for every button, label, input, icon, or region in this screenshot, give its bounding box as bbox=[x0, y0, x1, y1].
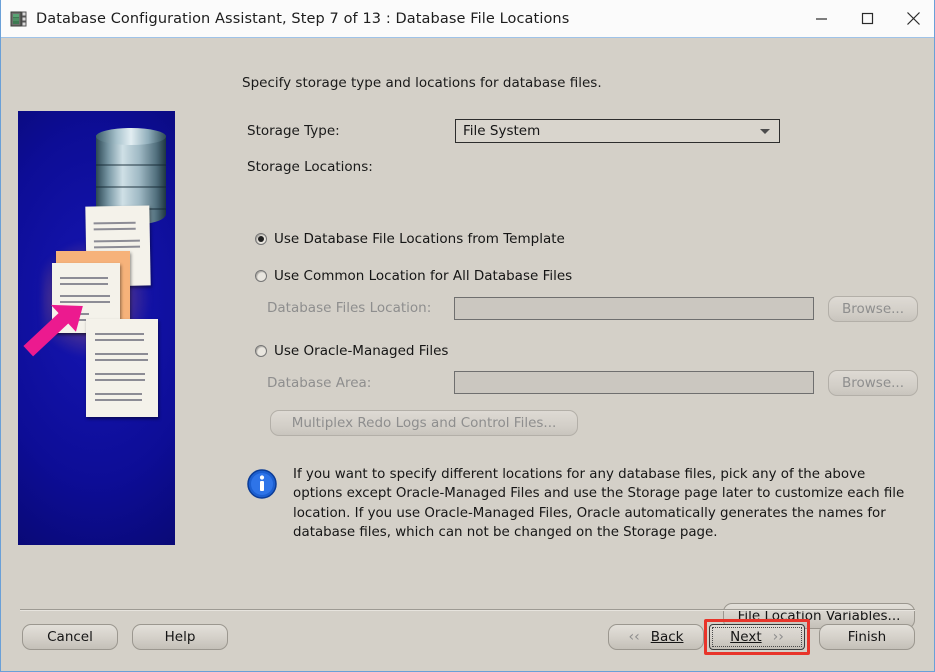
window-title: Database Configuration Assistant, Step 7… bbox=[36, 10, 570, 27]
database-files-location-input[interactable] bbox=[454, 297, 814, 320]
next-button-label: Next bbox=[730, 629, 762, 645]
close-icon[interactable] bbox=[890, 0, 934, 37]
title-bar: Database Configuration Assistant, Step 7… bbox=[1, 0, 934, 38]
radio-use-template[interactable]: Use Database File Locations from Templat… bbox=[255, 231, 565, 247]
database-area-input[interactable] bbox=[454, 371, 814, 394]
database-files-location-label: Database Files Location: bbox=[267, 300, 432, 316]
dialog-body: Specify storage type and locations for d… bbox=[1, 38, 934, 670]
finish-button[interactable]: Finish bbox=[819, 624, 915, 650]
back-button[interactable]: ‹‹ Back bbox=[608, 624, 704, 650]
dialog-window: Database Configuration Assistant, Step 7… bbox=[0, 0, 935, 672]
storage-type-select[interactable]: File System bbox=[455, 119, 780, 143]
storage-locations-label: Storage Locations: bbox=[247, 159, 373, 175]
browse-files-location-button[interactable]: Browse... bbox=[828, 296, 918, 322]
minimize-icon[interactable] bbox=[798, 0, 844, 37]
radio-use-common-location[interactable]: Use Common Location for All Database Fil… bbox=[255, 268, 572, 284]
document-page-graphic bbox=[86, 319, 158, 417]
info-icon bbox=[246, 468, 278, 500]
magenta-arrow-icon bbox=[22, 301, 88, 363]
storage-type-label: Storage Type: bbox=[247, 123, 340, 139]
chevron-left-icon: ‹‹ bbox=[628, 629, 640, 645]
radio-indicator bbox=[255, 270, 267, 282]
help-button[interactable]: Help bbox=[132, 624, 228, 650]
radio-label: Use Common Location for All Database Fil… bbox=[274, 268, 573, 284]
storage-type-value: File System bbox=[463, 123, 541, 139]
footer-divider-highlight bbox=[20, 610, 915, 611]
chevron-right-icon: ›› bbox=[772, 629, 784, 645]
page-instruction: Specify storage type and locations for d… bbox=[242, 75, 602, 91]
multiplex-redo-logs-button[interactable]: Multiplex Redo Logs and Control Files... bbox=[270, 410, 578, 436]
database-app-icon bbox=[10, 10, 28, 28]
radio-label: Use Oracle-Managed Files bbox=[274, 343, 449, 359]
radio-indicator bbox=[255, 345, 267, 357]
info-message: If you want to specify different locatio… bbox=[293, 467, 905, 540]
next-button[interactable]: Next ›› bbox=[709, 624, 805, 650]
radio-indicator bbox=[255, 233, 267, 245]
chevron-down-icon bbox=[760, 128, 770, 134]
radio-use-oracle-managed-files[interactable]: Use Oracle-Managed Files bbox=[255, 343, 448, 359]
radio-label: Use Database File Locations from Templat… bbox=[274, 231, 565, 247]
cancel-button[interactable]: Cancel bbox=[22, 624, 118, 650]
browse-database-area-button[interactable]: Browse... bbox=[828, 370, 918, 396]
database-area-label: Database Area: bbox=[267, 375, 372, 391]
database-files-illustration bbox=[18, 111, 175, 545]
maximize-icon[interactable] bbox=[844, 0, 890, 37]
back-button-label: Back bbox=[650, 629, 684, 645]
window-controls bbox=[798, 0, 934, 37]
